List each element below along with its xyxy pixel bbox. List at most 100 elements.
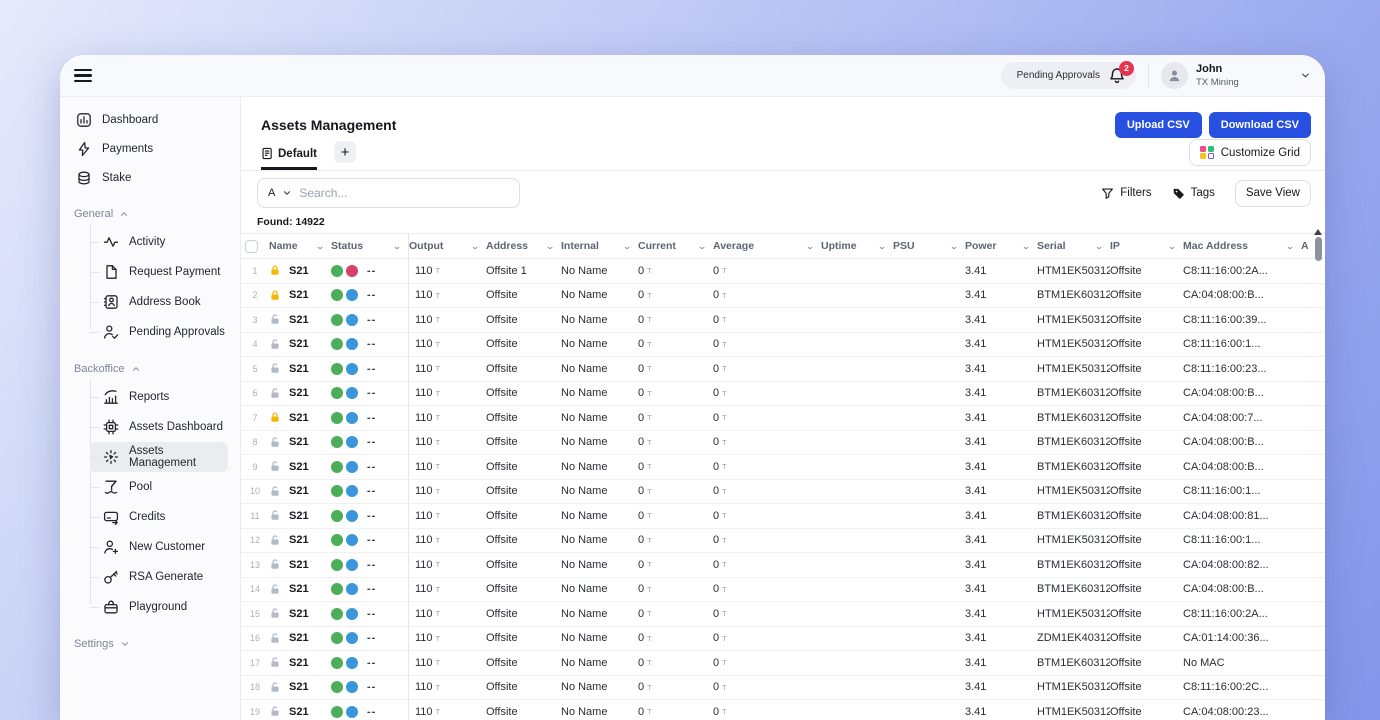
sidebar-item-activity[interactable]: Activity bbox=[90, 227, 228, 257]
sidebar-item-pool[interactable]: Pool bbox=[90, 472, 228, 502]
customize-grid-button[interactable]: Customize Grid bbox=[1189, 139, 1311, 166]
chevron-down-icon[interactable]: ⌄ bbox=[1285, 242, 1294, 251]
chevron-down-icon[interactable]: ⌄ bbox=[1021, 242, 1030, 251]
sidebar-item-new-customer[interactable]: New Customer bbox=[90, 532, 228, 562]
lock-open-icon[interactable] bbox=[269, 656, 281, 669]
table-row[interactable]: 6S21--110TOffsiteNo Name0T0T3.41BTM1EK60… bbox=[241, 382, 1325, 407]
download-csv-button[interactable]: Download CSV bbox=[1209, 112, 1311, 138]
vertical-scrollbar[interactable] bbox=[1313, 229, 1323, 261]
lock-open-icon[interactable] bbox=[269, 534, 281, 547]
lock-closed-icon[interactable] bbox=[269, 411, 281, 424]
sidebar-item-credits[interactable]: Credits bbox=[90, 502, 228, 532]
lock-open-icon[interactable] bbox=[269, 485, 281, 498]
table-row[interactable]: 9S21--110TOffsiteNo Name0T0T3.41BTM1EK60… bbox=[241, 455, 1325, 480]
chevron-down-icon[interactable]: ⌄ bbox=[805, 242, 814, 251]
sidebar-item-request-payment[interactable]: Request Payment bbox=[90, 257, 228, 287]
table-row[interactable]: 15S21--110TOffsiteNo Name0T0T3.41HTM1EK5… bbox=[241, 602, 1325, 627]
table-row[interactable]: 5S21--110TOffsiteNo Name0T0T3.41HTM1EK50… bbox=[241, 357, 1325, 382]
column-header-address[interactable]: Address⌄ bbox=[486, 234, 561, 258]
sidebar-item-assets-dashboard[interactable]: Assets Dashboard bbox=[90, 412, 228, 442]
upload-csv-button[interactable]: Upload CSV bbox=[1115, 112, 1202, 138]
sidebar-section-settings[interactable]: Settings bbox=[74, 631, 240, 657]
save-view-button[interactable]: Save View bbox=[1235, 180, 1311, 207]
column-header-mac-address[interactable]: Mac Address⌄ bbox=[1183, 234, 1301, 258]
scroll-up-arrow[interactable] bbox=[1314, 229, 1322, 235]
column-header-psu[interactable]: PSU⌄ bbox=[893, 234, 965, 258]
chevron-down-icon[interactable] bbox=[282, 188, 292, 198]
search-scope-dropdown[interactable]: A bbox=[268, 187, 275, 199]
chevron-down-icon[interactable]: ⌄ bbox=[877, 242, 886, 251]
chevron-down-icon[interactable]: ⌄ bbox=[949, 242, 958, 251]
column-header-serial[interactable]: Serial⌄ bbox=[1037, 234, 1110, 258]
sidebar-section-backoffice[interactable]: Backoffice bbox=[74, 356, 240, 382]
tab-default[interactable]: Default bbox=[261, 147, 317, 170]
column-header-status[interactable]: Status⌄ bbox=[331, 234, 409, 258]
chevron-down-icon[interactable]: ⌄ bbox=[545, 242, 554, 251]
table-row[interactable]: 2S21--110TOffsiteNo Name0T0T3.41BTM1EK60… bbox=[241, 284, 1325, 309]
chevron-down-icon[interactable]: ⌄ bbox=[1167, 242, 1176, 251]
pending-approvals-pill[interactable]: Pending Approvals 2 bbox=[1001, 62, 1136, 89]
search-bar[interactable]: A bbox=[257, 178, 520, 208]
add-tab-button[interactable]: + bbox=[334, 141, 356, 163]
user-menu[interactable]: John TX Mining bbox=[1161, 62, 1311, 89]
lock-open-icon[interactable] bbox=[269, 583, 281, 596]
sidebar-item-dashboard[interactable]: Dashboard bbox=[74, 105, 240, 134]
table-row[interactable]: 1S21--110TOffsite 1No Name0T0T3.41HTM1EK… bbox=[241, 259, 1325, 284]
table-row[interactable]: 18S21--110TOffsiteNo Name0T0T3.41HTM1EK5… bbox=[241, 676, 1325, 701]
lock-open-icon[interactable] bbox=[269, 313, 281, 326]
lock-open-icon[interactable] bbox=[269, 460, 281, 473]
chevron-down-icon[interactable]: ⌄ bbox=[392, 242, 401, 251]
scrollbar-thumb[interactable] bbox=[1315, 237, 1322, 261]
sidebar-item-reports[interactable]: Reports bbox=[90, 382, 228, 412]
table-row[interactable]: 3S21--110TOffsiteNo Name0T0T3.41HTM1EK50… bbox=[241, 308, 1325, 333]
table-row[interactable]: 8S21--110TOffsiteNo Name0T0T3.41BTM1EK60… bbox=[241, 431, 1325, 456]
table-row[interactable]: 13S21--110TOffsiteNo Name0T0T3.41BTM1EK6… bbox=[241, 553, 1325, 578]
select-all-checkbox[interactable] bbox=[245, 240, 258, 253]
tags-button[interactable]: Tags bbox=[1172, 187, 1215, 200]
chevron-down-icon[interactable]: ⌄ bbox=[697, 242, 706, 251]
filters-button[interactable]: Filters bbox=[1101, 187, 1151, 200]
table-row[interactable]: 10S21--110TOffsiteNo Name0T0T3.41HTM1EK5… bbox=[241, 480, 1325, 505]
sidebar-item-address-book[interactable]: Address Book bbox=[90, 287, 228, 317]
column-header-ip[interactable]: IP⌄ bbox=[1110, 234, 1183, 258]
table-row[interactable]: 11S21--110TOffsiteNo Name0T0T3.41BTM1EK6… bbox=[241, 504, 1325, 529]
column-header-output[interactable]: Output⌄ bbox=[409, 234, 486, 258]
sidebar-item-payments[interactable]: Payments bbox=[74, 134, 240, 163]
table-row[interactable]: 4S21--110TOffsiteNo Name0T0T3.41HTM1EK50… bbox=[241, 333, 1325, 358]
chevron-down-icon[interactable]: ⌄ bbox=[1094, 242, 1103, 251]
sidebar-item-rsa-generate[interactable]: RSA Generate bbox=[90, 562, 228, 592]
lock-open-icon[interactable] bbox=[269, 338, 281, 351]
lock-open-icon[interactable] bbox=[269, 607, 281, 620]
lock-open-icon[interactable] bbox=[269, 509, 281, 522]
bell-icon[interactable]: 2 bbox=[1108, 67, 1126, 85]
lock-open-icon[interactable] bbox=[269, 681, 281, 694]
lock-open-icon[interactable] bbox=[269, 632, 281, 645]
column-header-current[interactable]: Current⌄ bbox=[638, 234, 713, 258]
chevron-down-icon[interactable]: ⌄ bbox=[470, 242, 479, 251]
hamburger-menu-icon[interactable] bbox=[74, 69, 92, 83]
chevron-down-icon[interactable]: ⌄ bbox=[622, 242, 631, 251]
lock-open-icon[interactable] bbox=[269, 705, 281, 718]
sidebar-section-general[interactable]: General bbox=[74, 201, 240, 227]
lock-open-icon[interactable] bbox=[269, 362, 281, 375]
table-row[interactable]: 14S21--110TOffsiteNo Name0T0T3.41BTM1EK6… bbox=[241, 578, 1325, 603]
chevron-down-icon[interactable]: ⌄ bbox=[315, 242, 324, 251]
sidebar-item-playground[interactable]: Playground bbox=[90, 592, 228, 622]
sidebar-item-assets-management[interactable]: Assets Management bbox=[90, 442, 228, 472]
search-input[interactable] bbox=[299, 186, 509, 200]
lock-open-icon[interactable] bbox=[269, 436, 281, 449]
table-row[interactable]: 19S21--110TOffsiteNo Name0T0T3.41HTM1EK5… bbox=[241, 700, 1325, 720]
sidebar-item-pending-approvals[interactable]: Pending Approvals bbox=[90, 317, 228, 347]
column-header-uptime[interactable]: Uptime⌄ bbox=[821, 234, 893, 258]
column-header-name[interactable]: Name⌄ bbox=[269, 234, 331, 258]
lock-open-icon[interactable] bbox=[269, 387, 281, 400]
column-header-average[interactable]: Average⌄ bbox=[713, 234, 821, 258]
lock-closed-icon[interactable] bbox=[269, 264, 281, 277]
lock-open-icon[interactable] bbox=[269, 558, 281, 571]
column-header-power[interactable]: Power⌄ bbox=[965, 234, 1037, 258]
table-row[interactable]: 7S21--110TOffsiteNo Name0T0T3.41BTM1EK60… bbox=[241, 406, 1325, 431]
table-row[interactable]: 17S21--110TOffsiteNo Name0T0T3.41BTM1EK6… bbox=[241, 651, 1325, 676]
lock-closed-icon[interactable] bbox=[269, 289, 281, 302]
table-row[interactable]: 12S21--110TOffsiteNo Name0T0T3.41HTM1EK5… bbox=[241, 529, 1325, 554]
column-header-internal[interactable]: Internal⌄ bbox=[561, 234, 638, 258]
